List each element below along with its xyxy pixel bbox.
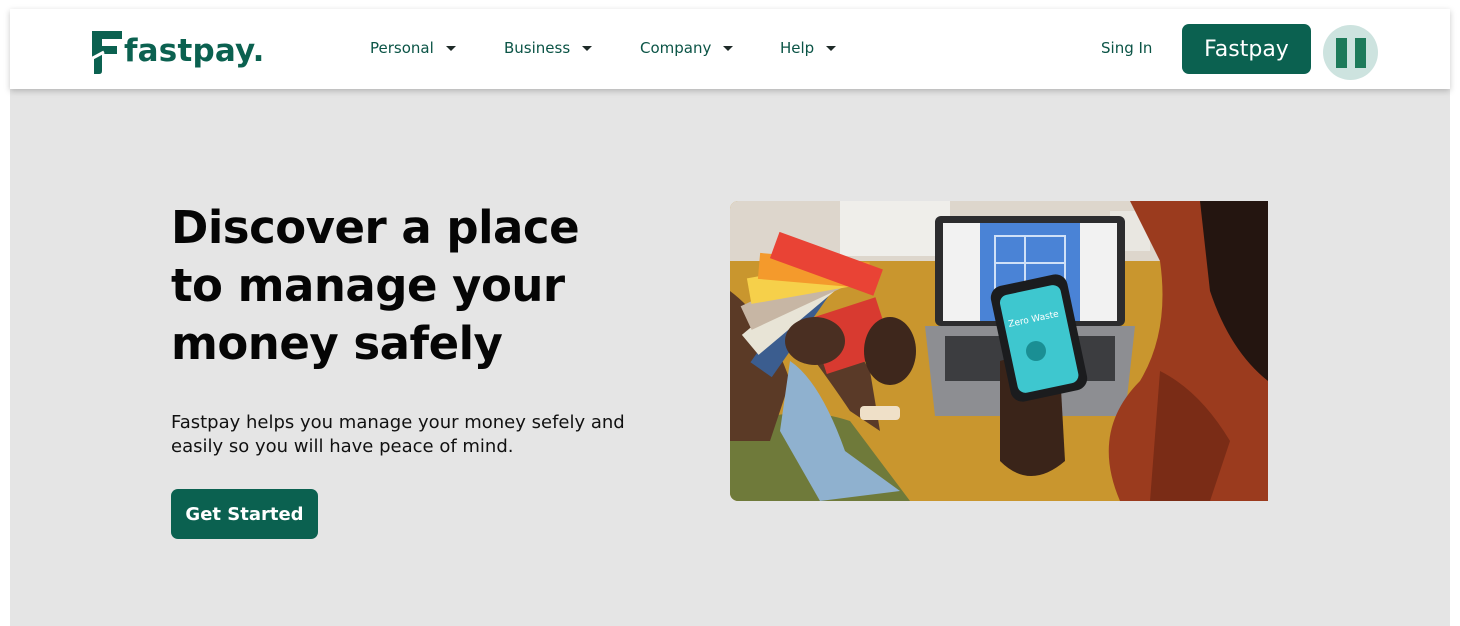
caret-down-icon bbox=[826, 45, 837, 51]
hero-title: Discover a place to manage your money sa… bbox=[171, 199, 691, 373]
nav-personal-label: Personal bbox=[370, 39, 434, 57]
nav-business-label: Business bbox=[504, 39, 571, 57]
caret-down-icon bbox=[723, 45, 734, 51]
brand-logo[interactable]: fastpay. bbox=[90, 27, 265, 75]
fastpay-logo-icon bbox=[90, 31, 122, 74]
flag-stripe-left bbox=[1335, 37, 1347, 68]
get-started-button[interactable]: Get Started bbox=[171, 489, 318, 539]
hero-title-line-1: Discover a place bbox=[171, 201, 580, 254]
caret-down-icon bbox=[582, 45, 593, 51]
flag-stripe-right bbox=[1354, 37, 1366, 68]
hero-section: Discover a place to manage your money sa… bbox=[10, 89, 1450, 626]
nav-personal[interactable]: Personal bbox=[370, 39, 456, 57]
signin-link[interactable]: Sing In bbox=[1101, 39, 1152, 57]
fastpay-app-button[interactable]: Fastpay bbox=[1182, 24, 1311, 74]
caret-down-icon bbox=[445, 45, 456, 51]
brand-name: fastpay. bbox=[124, 32, 265, 69]
hero-photo-illustration: Zero Waste bbox=[730, 201, 1268, 501]
hero-photo: Zero Waste bbox=[730, 201, 1268, 501]
hero-title-line-3: money safely bbox=[171, 317, 503, 370]
nav-company-label: Company bbox=[640, 39, 712, 57]
hero-title-line-2: to manage your bbox=[171, 259, 565, 312]
nav-company[interactable]: Company bbox=[640, 39, 734, 57]
nav-business[interactable]: Business bbox=[504, 39, 593, 57]
nav-help-label: Help bbox=[780, 39, 815, 57]
nigeria-flag-icon[interactable] bbox=[1323, 25, 1378, 80]
nav-help[interactable]: Help bbox=[780, 39, 837, 57]
hero-description: Fastpay helps you manage your money sefe… bbox=[171, 412, 625, 457]
top-navbar: fastpay. Personal Business Company Help … bbox=[10, 9, 1450, 89]
